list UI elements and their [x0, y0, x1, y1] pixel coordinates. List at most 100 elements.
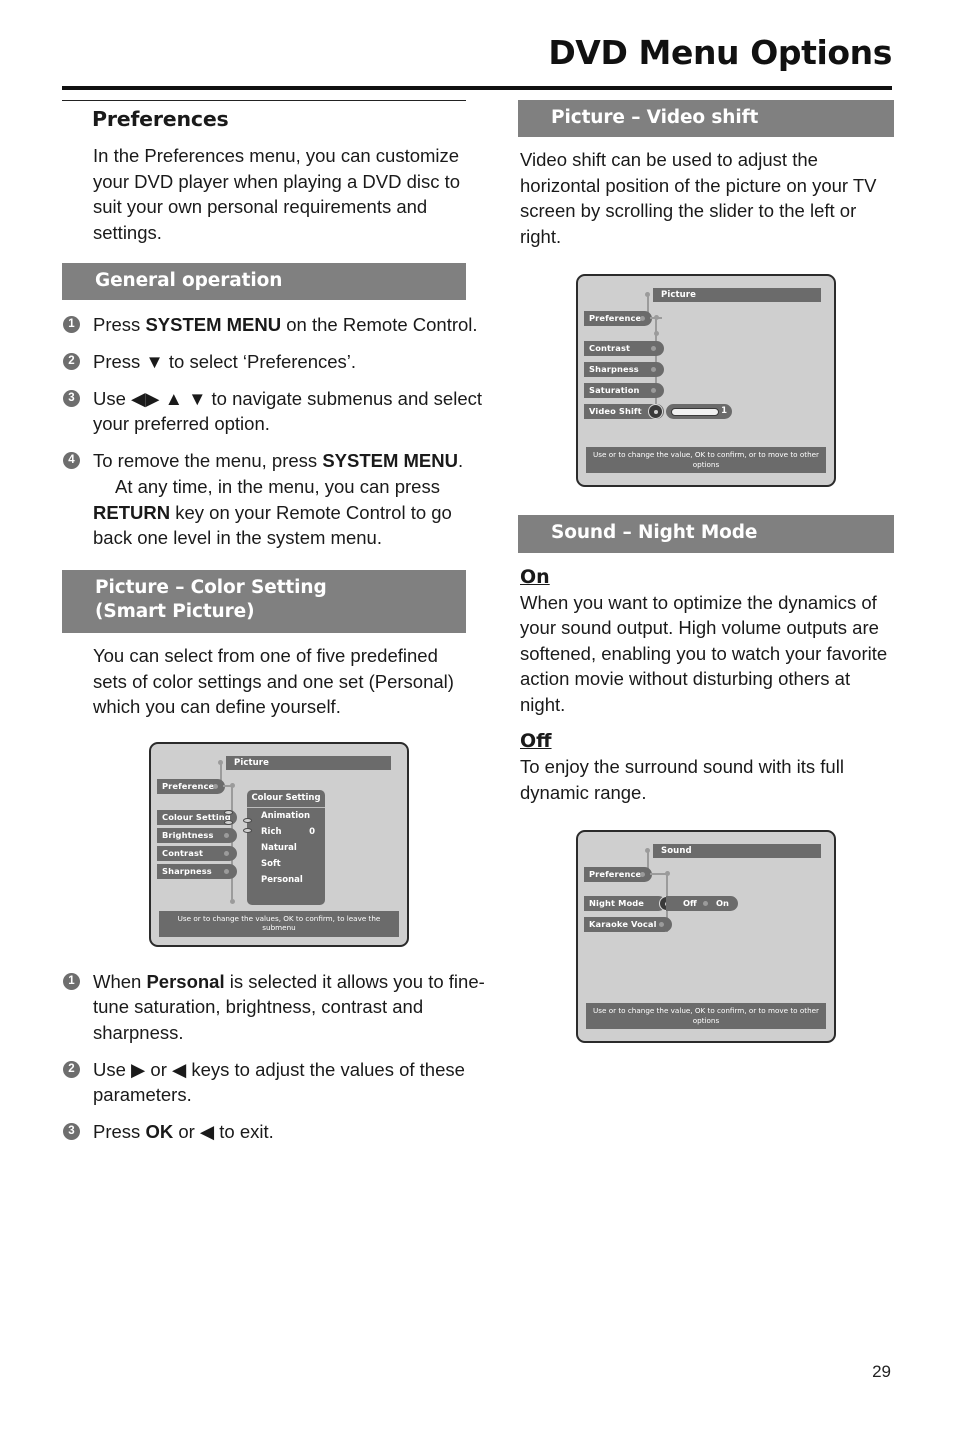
up-down-cursor-icon — [224, 809, 233, 825]
osd-menu-label: Preference — [589, 313, 642, 324]
osd-menu-label: Brightness — [162, 829, 214, 840]
connector-node — [654, 331, 659, 337]
osd-item-dot — [224, 850, 229, 856]
osd-item-dot — [651, 367, 656, 373]
step-text: Use ◀▶ ▲ ▼ to navigate submenus and sele… — [93, 387, 483, 435]
page-number: 29 — [872, 1362, 891, 1381]
step-text: Press OK or ◀ to exit. — [93, 1120, 274, 1142]
osd-menu-item-preference[interactable]: Preference — [157, 778, 225, 794]
osd-item-dot — [651, 388, 656, 394]
color-setting-heading-line1: Picture – Color Setting — [95, 576, 327, 598]
osd-submenu-label: Animation — [261, 810, 311, 821]
osd-menu-item-saturation[interactable]: Saturation — [584, 383, 664, 399]
osd-submenu-item-animation[interactable]: Animation — [247, 808, 325, 824]
osd-submenu-item-soft[interactable]: Soft — [247, 856, 325, 872]
step-number: 3 — [63, 1122, 80, 1140]
osd-menu-item-night-mode[interactable]: Night Mode — [584, 896, 666, 912]
osd-submenu-label: Personal — [261, 874, 303, 885]
osd-item-dot — [651, 346, 656, 352]
list-item: 2 Use ▶ or ◀ keys to adjust the values o… — [62, 1057, 493, 1108]
connector-node — [230, 898, 235, 904]
step-text: Use ▶ or ◀ keys to adjust the values of … — [93, 1058, 465, 1106]
color-setting-heading-line2: (Smart Picture) — [95, 601, 255, 622]
list-item: 4 To remove the menu, press SYSTEM MENU.… — [62, 448, 493, 551]
osd-menu-label: Saturation — [589, 385, 640, 396]
step-number: 3 — [63, 389, 80, 407]
video-shift-heading: Picture – Video shift — [518, 100, 894, 138]
osd-title-bar: Sound — [653, 844, 821, 859]
slider-value: 1 — [721, 406, 727, 417]
osd-menu-item-brightness[interactable]: Brightness — [157, 827, 237, 843]
osd-item-dot — [640, 872, 645, 878]
list-item: 1 When Personal is selected it allows yo… — [62, 969, 493, 1046]
osd-screenshot-video-shift: Picture Preference Contrast Sharpness Sa… — [576, 274, 836, 488]
osd-submenu-title: Colour Setting — [247, 790, 325, 808]
step-text: Press SYSTEM MENU on the Remote Control. — [93, 314, 478, 336]
osd-menu-label: Video Shift — [589, 406, 642, 417]
list-item: 1 Press SYSTEM MENU on the Remote Contro… — [62, 312, 493, 338]
osd-submenu-label: Rich — [261, 826, 282, 837]
osd-menu-label: Contrast — [589, 343, 631, 354]
osd-menu-label: Contrast — [162, 847, 204, 858]
step-number: 2 — [63, 1060, 80, 1078]
osd-item-dot — [224, 868, 229, 874]
step-number: 1 — [63, 972, 80, 990]
osd-menu-label: Colour Setting — [162, 811, 231, 822]
osd-submenu-item-rich[interactable]: Rich 0 — [247, 824, 325, 840]
color-setting-steps: 1 When Personal is selected it allows yo… — [62, 969, 485, 1144]
night-mode-option-on[interactable]: On — [716, 896, 729, 911]
step-number: 2 — [63, 352, 80, 370]
color-setting-heading: Picture – Color Setting (Smart Picture) — [62, 569, 466, 634]
right-column: Picture – Video shift Video shift can be… — [518, 100, 894, 1044]
osd-menu-label: Sharpness — [162, 865, 212, 876]
osd-screenshot-color-setting: Picture Preference Colour Setting Bright… — [149, 741, 409, 947]
osd-submenu-colour-setting: Colour Setting Animation Rich 0 Natural … — [247, 789, 325, 905]
osd-title-bar: Picture — [653, 288, 821, 303]
osd-menu-item-sharpness[interactable]: Sharpness — [157, 863, 237, 879]
night-mode-off-body: To enjoy the surround sound with its ful… — [520, 756, 844, 803]
osd-menu-label: Preference — [589, 869, 642, 880]
osd-submenu-label: Soft — [261, 858, 281, 869]
general-operation-heading: General operation — [62, 263, 466, 301]
osd-menu-item-preference[interactable]: Preference — [584, 867, 652, 883]
list-item: 3 Use ◀▶ ▲ ▼ to navigate submenus and se… — [62, 386, 493, 437]
osd-submenu-value: 0 — [309, 826, 315, 837]
step-text: To remove the menu, press SYSTEM MENU. At… — [93, 449, 464, 549]
page-title: DVD Menu Options — [548, 33, 892, 72]
list-item: 2 Press ▼ to select ‘Preferences’. — [62, 349, 493, 375]
osd-title-bar: Picture — [226, 755, 391, 770]
osd-menu-item-contrast[interactable]: Contrast — [584, 341, 664, 357]
osd-item-dot — [640, 316, 645, 322]
list-item: 3 Press OK or ◀ to exit. — [62, 1119, 493, 1145]
osd-menu-label: Preference — [162, 780, 215, 791]
option-separator-dot — [703, 901, 708, 907]
video-shift-body: Video shift can be used to adjust the ho… — [520, 149, 877, 247]
step-number: 1 — [63, 316, 80, 334]
osd-menu-item-sharpness[interactable]: Sharpness — [584, 362, 664, 378]
video-shift-slider[interactable]: 1 — [666, 404, 732, 420]
color-setting-body: You can select from one of five predefin… — [93, 645, 454, 718]
up-down-cursor-icon — [243, 817, 252, 833]
connector-line — [231, 785, 233, 901]
osd-menu-item-contrast[interactable]: Contrast — [157, 845, 237, 861]
preferences-heading: Preferences — [62, 100, 466, 133]
night-mode-heading: Sound – Night Mode — [518, 515, 894, 553]
osd-menu-label: Night Mode — [589, 898, 645, 909]
osd-caption: Use or to change the value, OK to confir… — [586, 447, 826, 474]
night-mode-on-body: When you want to optimize the dynamics o… — [520, 591, 888, 715]
osd-menu-label: Karaoke Vocal — [589, 919, 657, 930]
header-rule — [62, 86, 892, 90]
osd-caption: Use or to change the values, OK to confi… — [159, 910, 399, 937]
osd-submenu-item-personal[interactable]: Personal — [247, 872, 325, 888]
left-column: Preferences In the Preferences menu, you… — [62, 100, 485, 1155]
step-text: When Personal is selected it allows you … — [93, 970, 485, 1043]
osd-menu-item-preference[interactable]: Preference — [584, 311, 652, 327]
night-mode-off-label: Off — [520, 730, 552, 753]
osd-submenu-label: Natural — [261, 842, 297, 853]
night-mode-options[interactable]: Off On — [666, 896, 738, 912]
osd-menu-label: Sharpness — [589, 364, 639, 375]
night-mode-option-off[interactable]: Off — [683, 896, 697, 911]
osd-submenu-item-natural[interactable]: Natural — [247, 840, 325, 856]
osd-menu-item-karaoke-vocal[interactable]: Karaoke Vocal — [584, 917, 672, 933]
osd-screenshot-sound: Sound Preference Night Mode Off On Karao… — [576, 830, 836, 1044]
